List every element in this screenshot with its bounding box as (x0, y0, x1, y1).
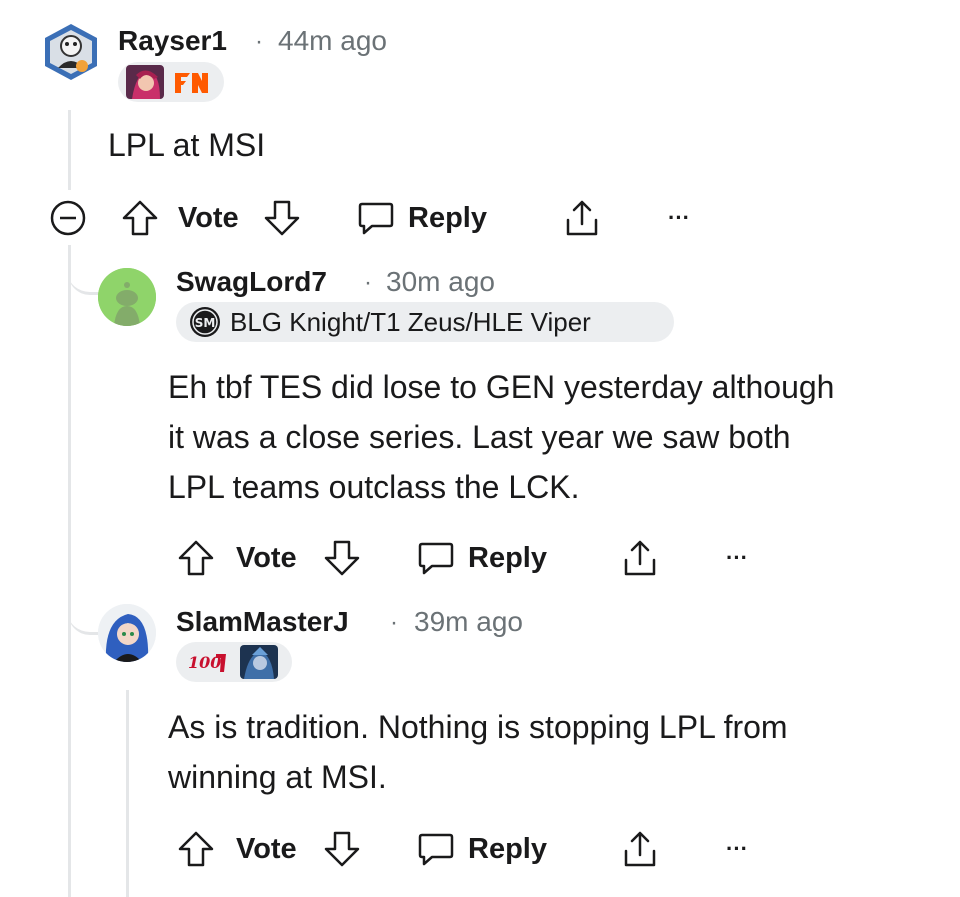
comment-body-line: winning at MSI. (168, 759, 387, 795)
avatar[interactable] (42, 22, 100, 80)
reply-bubble-icon (418, 833, 454, 866)
thread-line-root-lower[interactable] (68, 245, 71, 897)
reply-button[interactable]: Reply (416, 825, 547, 873)
reply-label: Reply (468, 832, 547, 865)
reply-bubble-icon (358, 202, 394, 235)
more-options-icon: ··· (726, 836, 748, 861)
comment-body-line: LPL teams outclass the LCK. (168, 469, 580, 505)
reply-bubble-icon (418, 542, 454, 575)
comment-body-line: LPL at MSI (108, 127, 266, 163)
upvote-button[interactable] (120, 194, 160, 242)
user-flair: SM BLG Knight/T1 Zeus/HLE Viper (176, 302, 674, 342)
reply-label: Reply (468, 541, 547, 574)
100-thieves-logo-icon: 100 (186, 648, 232, 676)
share-button[interactable] (562, 194, 602, 242)
timestamp[interactable]: 44m ago (278, 25, 387, 57)
upvote-button[interactable] (176, 534, 216, 582)
action-row: Vote Reply ··· (48, 194, 748, 242)
more-options-button[interactable]: ··· (668, 194, 690, 242)
downvote-button[interactable] (322, 534, 362, 582)
downvote-arrow-icon (264, 200, 300, 236)
username[interactable]: SwagLord7 (176, 266, 327, 298)
downvote-button[interactable] (262, 194, 302, 242)
comment-body-line: Eh tbf TES did lose to GEN yesterday alt… (168, 369, 835, 405)
reply-button[interactable]: Reply (416, 534, 547, 582)
avatar[interactable] (98, 604, 156, 662)
collapse-button[interactable] (48, 194, 88, 242)
comment-body-line: it was a close series. Last year we saw … (168, 419, 791, 455)
reply-button[interactable]: Reply (356, 194, 487, 242)
vote-label: Vote (178, 201, 239, 234)
share-button[interactable] (620, 825, 660, 873)
upvote-arrow-icon (178, 831, 214, 867)
anime-character-avatar-icon (98, 604, 156, 662)
comment-body: LPL at MSI (108, 120, 265, 170)
downvote-button[interactable] (322, 825, 362, 873)
timestamp[interactable]: 30m ago (386, 266, 495, 298)
more-options-icon: ··· (668, 205, 690, 230)
vote-label: Vote (236, 832, 297, 865)
comment-body: As is tradition. Nothing is stopping LPL… (168, 702, 948, 802)
meta-separator: · (364, 269, 372, 296)
champion-portrait-icon (240, 645, 278, 679)
vote-count: Vote (236, 534, 297, 582)
upvote-arrow-icon (122, 200, 158, 236)
champion-portrait-icon (126, 65, 164, 99)
share-icon (624, 540, 656, 576)
meta-separator: · (390, 609, 398, 636)
thread-line-slammaster[interactable] (126, 690, 129, 897)
vote-count: Vote (236, 825, 297, 873)
user-flair (118, 62, 224, 102)
username[interactable]: SlamMasterJ (176, 606, 349, 638)
action-row: Vote Reply ··· (176, 825, 876, 873)
comment-body-line: As is tradition. Nothing is stopping LPL… (168, 709, 788, 745)
vote-count: Vote (178, 194, 239, 242)
more-options-button[interactable]: ··· (726, 534, 748, 582)
timestamp[interactable]: 39m ago (414, 606, 523, 638)
collapse-minus-icon (50, 200, 86, 236)
share-icon (566, 200, 598, 236)
username[interactable]: Rayser1 (118, 25, 227, 57)
comment-body: Eh tbf TES did lose to GEN yesterday alt… (168, 362, 948, 512)
more-options-icon: ··· (726, 545, 748, 570)
fnatic-logo-icon (172, 67, 212, 97)
downvote-arrow-icon (324, 540, 360, 576)
thread-connector-swaglord (68, 240, 100, 295)
reply-label: Reply (408, 201, 487, 234)
share-icon (624, 831, 656, 867)
upvote-arrow-icon (178, 540, 214, 576)
flair-text: BLG Knight/T1 Zeus/HLE Viper (230, 306, 591, 337)
meta-separator: · (255, 28, 263, 55)
avatar[interactable] (98, 268, 156, 326)
downvote-arrow-icon (324, 831, 360, 867)
more-options-button[interactable]: ··· (726, 825, 748, 873)
share-button[interactable] (620, 534, 660, 582)
user-flair: 100 (176, 642, 292, 682)
default-snoo-avatar-icon (98, 268, 156, 326)
svg-text:SM: SM (195, 316, 216, 330)
upvote-button[interactable] (176, 825, 216, 873)
thread-line-root[interactable] (68, 110, 71, 190)
action-row: Vote Reply ··· (176, 534, 876, 582)
tsm-logo-icon: SM (188, 305, 222, 339)
vote-label: Vote (236, 541, 297, 574)
thread-connector-slammaster (68, 590, 100, 635)
